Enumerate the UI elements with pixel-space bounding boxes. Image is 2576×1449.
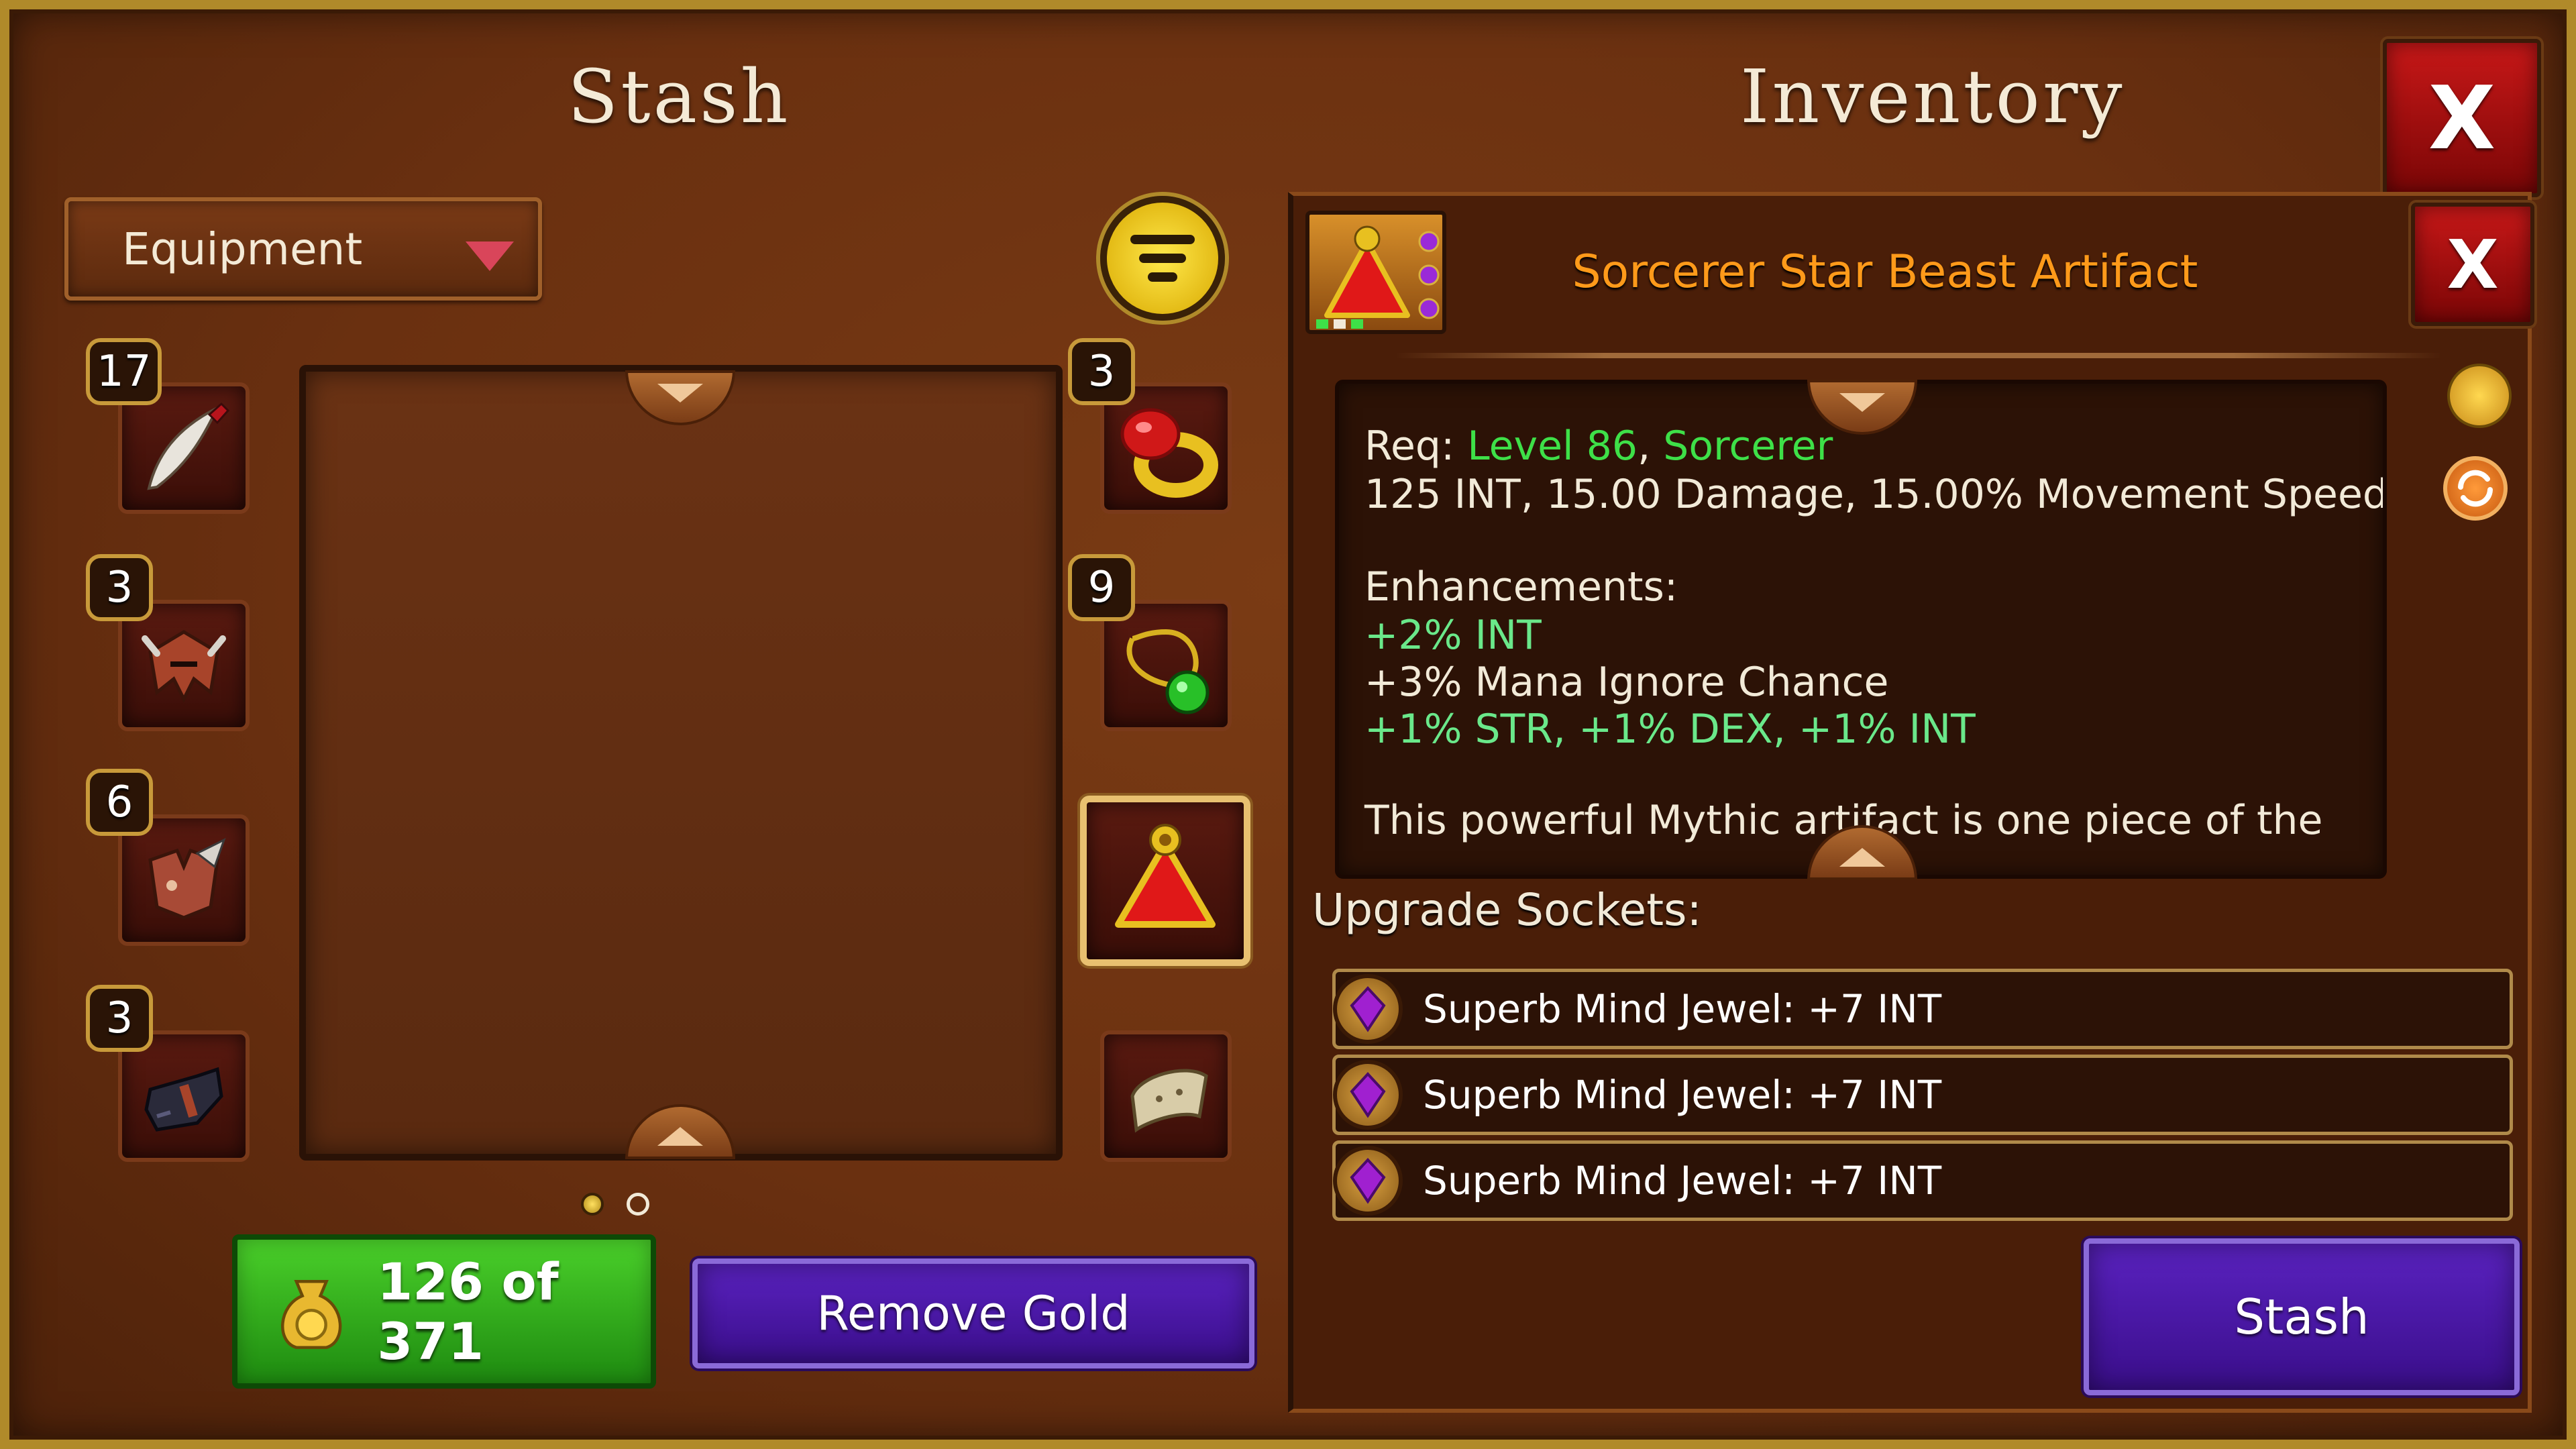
item-count-badge: 3	[86, 554, 153, 621]
chevron-up-icon	[1839, 848, 1885, 867]
item-count-badge: 3	[1068, 338, 1135, 405]
chevron-down-icon	[657, 384, 703, 402]
item-count-badge: 9	[1068, 554, 1135, 621]
equipment-slot-bracer[interactable]	[1100, 1030, 1232, 1162]
ring-icon	[1120, 408, 1218, 498]
item-count-badge: 3	[86, 985, 153, 1052]
bracer-icon	[1130, 1069, 1208, 1133]
stash-title: Stash	[568, 54, 791, 140]
item-description-box[interactable]: Req: Level 86, Sorcerer 125 INT, 15.00 D…	[1335, 380, 2387, 879]
chevron-down-icon	[466, 241, 514, 271]
close-item-detail-button[interactable]: X	[2411, 203, 2534, 326]
chevron-down-icon	[1839, 393, 1885, 412]
item-count-badge: 17	[86, 338, 162, 405]
page-dot[interactable]	[627, 1193, 649, 1216]
socket-text: Superb Mind Jewel: +7 INT	[1423, 1072, 1942, 1118]
stash-button[interactable]: Stash	[2084, 1238, 2520, 1395]
close-window-button[interactable]: X	[2383, 39, 2541, 197]
stash-button-label: Stash	[2234, 1289, 2369, 1345]
artifact-icon	[1115, 824, 1216, 928]
inventory-title: Inventory	[1740, 54, 2125, 140]
equipment-slot-artifact[interactable]	[1080, 796, 1250, 966]
helmet-icon	[142, 630, 226, 703]
artifact-icon	[1316, 225, 1440, 329]
requirement-line: Req: Level 86, Sorcerer	[1364, 423, 1833, 470]
upgrade-sockets-label: Upgrade Sockets:	[1312, 884, 1702, 936]
category-dropdown[interactable]: Equipment	[64, 197, 542, 301]
enhancement-line: +1% STR, +1% DEX, +1% INT	[1364, 706, 1976, 753]
item-thumbnail	[1305, 211, 1446, 334]
swap-icon[interactable]	[2443, 456, 2508, 521]
remove-gold-label: Remove Gold	[816, 1286, 1130, 1341]
socket-row[interactable]: Superb Mind Jewel: +7 INT	[1332, 969, 2513, 1049]
divider	[1395, 353, 2442, 358]
gold-counter-button[interactable]: 126 of 371	[232, 1234, 656, 1389]
socket-row[interactable]: Superb Mind Jewel: +7 INT	[1332, 1055, 2513, 1135]
gold-counter-text: 126 of 371	[377, 1252, 559, 1371]
filter-icon	[1130, 235, 1195, 244]
enhancement-line: +2% INT	[1364, 612, 1542, 659]
socket-text: Superb Mind Jewel: +7 INT	[1423, 1158, 1942, 1203]
close-icon: X	[2428, 67, 2496, 169]
jewel-icon	[1333, 1146, 1403, 1216]
required-level: Level 86	[1467, 423, 1638, 470]
jewel-icon	[1333, 974, 1403, 1044]
chevron-up-icon	[657, 1127, 703, 1146]
socket-row[interactable]: Superb Mind Jewel: +7 INT	[1332, 1140, 2513, 1221]
close-icon: X	[2447, 225, 2499, 304]
socket-text: Superb Mind Jewel: +7 INT	[1423, 986, 1942, 1032]
armor-icon	[148, 838, 226, 920]
item-name: Sorcerer Star Beast Artifact	[1572, 246, 2198, 299]
enhancements-label: Enhancements:	[1364, 564, 1678, 610]
boots-icon	[144, 1067, 223, 1132]
page-dot-active[interactable]	[581, 1193, 604, 1216]
jewel-icon	[1333, 1060, 1403, 1130]
stash-grid[interactable]	[299, 365, 1063, 1161]
dagger-icon	[147, 402, 230, 490]
necklace-icon	[1126, 629, 1210, 714]
remove-gold-button[interactable]: Remove Gold	[692, 1258, 1254, 1368]
category-dropdown-value: Equipment	[122, 223, 363, 275]
item-count-badge: 6	[86, 769, 153, 836]
enhancement-line: +3% Mana Ignore Chance	[1364, 659, 1889, 706]
required-class: Sorcerer	[1663, 423, 1833, 470]
item-stats: 125 INT, 15.00 Damage, 15.00% Movement S…	[1364, 471, 2387, 518]
filter-button[interactable]	[1100, 196, 1225, 321]
sell-gold-icon[interactable]	[2447, 364, 2512, 428]
gold-bag-icon	[281, 1280, 342, 1349]
